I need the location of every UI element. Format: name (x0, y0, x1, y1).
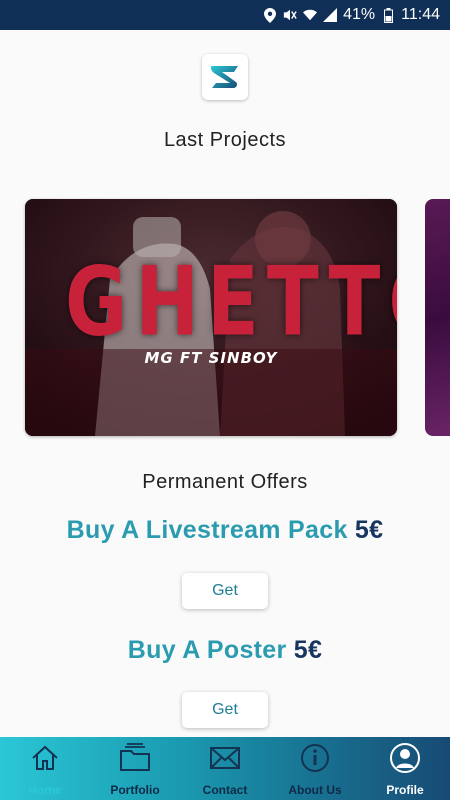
permanent-offers-title: Permanent Offers (142, 471, 308, 493)
clock: 11:44 (401, 6, 440, 23)
mute-icon (283, 8, 297, 22)
nav-profile[interactable]: Profile (360, 737, 450, 800)
project-title: GHETTO (65, 245, 397, 358)
status-bar: 41% 11:44 (0, 0, 450, 30)
profile-icon (388, 741, 422, 775)
wifi-icon (303, 8, 318, 22)
nav-about[interactable]: About Us (270, 737, 360, 800)
offer-livestream-title: Buy A Livestream Pack 5€ (0, 516, 450, 545)
get-poster-button[interactable]: Get (182, 692, 268, 728)
get-livestream-button[interactable]: Get (182, 573, 268, 609)
offer-poster-label: Buy A Poster (127, 636, 287, 664)
offer-poster-price: 5€ (293, 636, 323, 664)
app-logo (202, 54, 248, 100)
location-icon (263, 7, 277, 23)
bottom-nav: Home Portfolio Contact About Us Profile (0, 737, 450, 800)
battery-icon (381, 7, 395, 23)
nav-home-label: Home (28, 783, 62, 797)
last-projects-title: Last Projects (163, 129, 287, 151)
nav-home[interactable]: Home (0, 737, 90, 800)
project-card-next[interactable] (425, 199, 450, 436)
battery-percent: 41% (343, 6, 376, 23)
nav-about-label: About Us (288, 783, 342, 797)
info-icon (298, 741, 332, 775)
folder-icon (118, 741, 152, 775)
offer-livestream-label: Buy A Livestream Pack (66, 516, 348, 544)
home-icon (28, 741, 62, 775)
nav-portfolio[interactable]: Portfolio (90, 737, 180, 800)
project-card[interactable]: GHETTO MG FT SINBOY (25, 199, 397, 436)
nav-profile-label: Profile (386, 783, 424, 797)
nav-contact[interactable]: Contact (180, 737, 270, 800)
mail-icon (208, 741, 242, 775)
offer-poster-title: Buy A Poster 5€ (0, 636, 450, 665)
nav-contact-label: Contact (202, 783, 248, 797)
project-subtitle: MG FT SINBOY (144, 349, 278, 367)
offer-livestream-price: 5€ (354, 516, 384, 544)
nav-portfolio-label: Portfolio (110, 783, 160, 797)
signal-icon (323, 8, 338, 22)
